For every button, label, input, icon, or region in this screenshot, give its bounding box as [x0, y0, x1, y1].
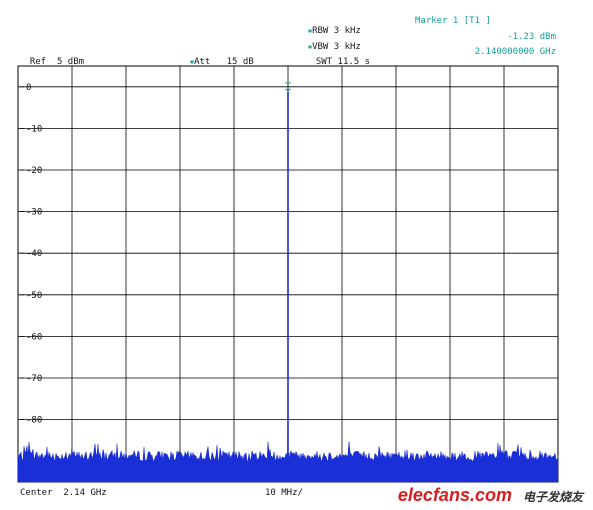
y-tick-label: -70 [26, 374, 42, 384]
y-tick-label: -30 [26, 208, 42, 218]
y-tick-label: -10 [26, 124, 42, 134]
marker-triangle [285, 88, 291, 92]
spectrum-plot: 0 -10 -20 -30 -40 -50 -60 -70 -80 [17, 65, 559, 483]
y-tick-label: -80 [26, 416, 42, 426]
y-tick-label: -50 [26, 291, 42, 301]
y-tick-label: 0 [26, 83, 31, 93]
watermark-brand: elecfans.com [397, 485, 512, 505]
y-tick-label: -40 [26, 249, 42, 259]
center-frequency: Center 2.14 GHz [20, 488, 107, 498]
y-tick-labels: 0 -10 -20 -30 -40 -50 -60 -70 -80 [20, 83, 42, 426]
y-tick-label: -60 [26, 332, 42, 342]
watermark-cn: 电子发烧友 [522, 490, 583, 504]
watermark-logo: elecfans.com 电子发烧友 [398, 485, 583, 506]
span-per-division: 10 MHz/ [265, 488, 303, 498]
y-tick-label: -20 [26, 166, 42, 176]
spectrum-trace [17, 91, 559, 483]
